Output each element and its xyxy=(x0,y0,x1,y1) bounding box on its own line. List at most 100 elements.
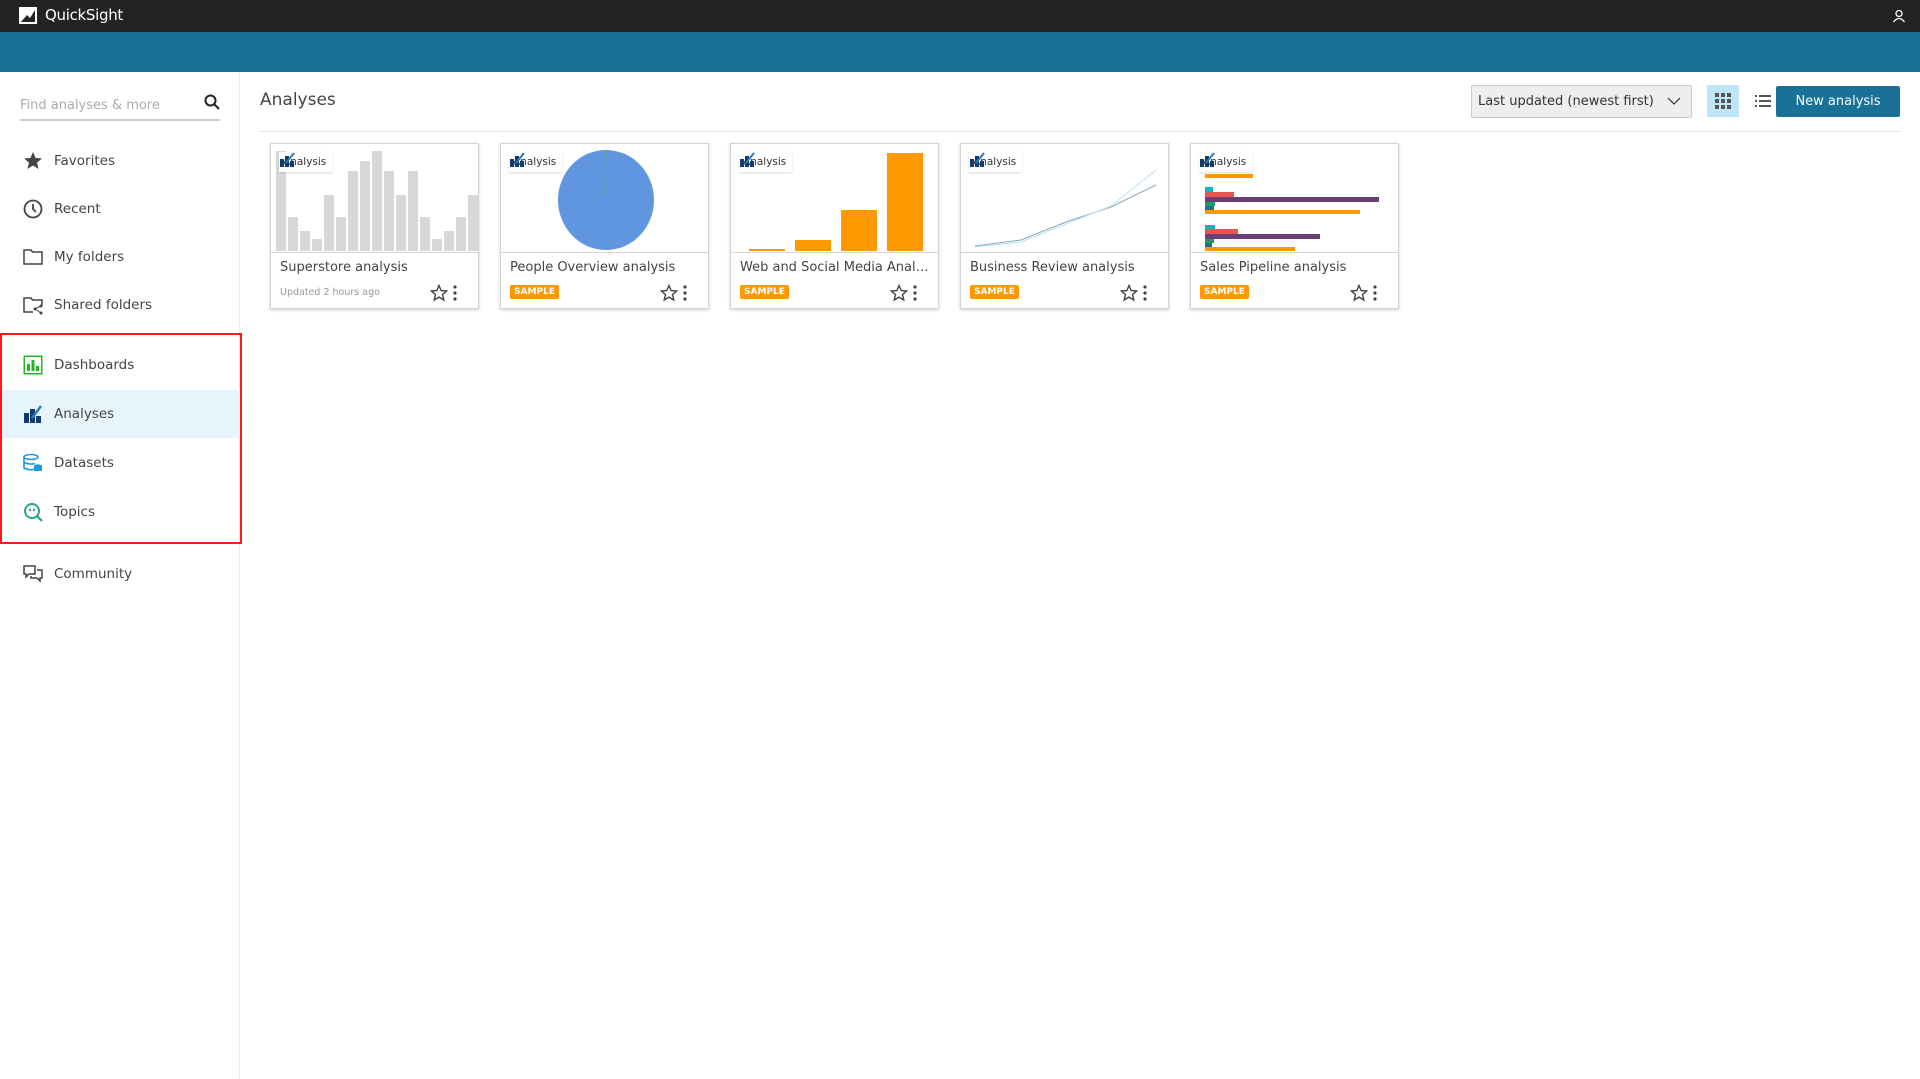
analysis-tag: Analysis xyxy=(1199,152,1253,172)
sidebar-item-recent[interactable]: Recent xyxy=(0,185,240,233)
analysis-tag: Analysis xyxy=(509,152,563,172)
list-icon xyxy=(1755,95,1771,107)
shared-folder-icon xyxy=(23,295,43,315)
search-input[interactable] xyxy=(20,98,190,113)
thumb-bar xyxy=(300,231,310,251)
sidebar-item-community[interactable]: Community xyxy=(0,550,240,598)
favorite-star-icon[interactable] xyxy=(1349,283,1369,306)
thumb-bar xyxy=(360,161,370,251)
quicksight-logo-icon[interactable] xyxy=(19,7,37,24)
card-thumbnail[interactable]: Analysis xyxy=(731,144,938,253)
more-options-icon[interactable] xyxy=(912,284,918,306)
favorite-star-icon[interactable] xyxy=(659,283,679,306)
analysis-tag: Analysis xyxy=(969,152,1023,172)
divider xyxy=(260,131,1900,132)
analysis-icon xyxy=(970,152,985,167)
card-thumbnail[interactable]: Analysis xyxy=(961,144,1168,253)
analysis-card[interactable]: Analysis People Overview analysis SAMPLE xyxy=(500,143,709,309)
thumb-bar xyxy=(372,151,382,251)
analysis-card[interactable]: Analysis Sales Pipeline analysis SAMPLE xyxy=(1190,143,1399,309)
grid-view-button[interactable] xyxy=(1707,85,1739,117)
card-title[interactable]: Superstore analysis xyxy=(280,260,472,275)
thumb-line xyxy=(974,169,1157,248)
thumb-bar xyxy=(312,239,322,251)
search-box xyxy=(20,92,220,121)
thumb-bar xyxy=(749,249,785,251)
sidebar-item-label: Recent xyxy=(54,201,101,217)
more-options-icon[interactable] xyxy=(452,284,458,306)
sidebar-item-label: Datasets xyxy=(54,455,114,471)
thumb-line xyxy=(974,184,1157,247)
analysis-icon xyxy=(740,152,755,167)
analysis-tag: Analysis xyxy=(739,152,793,172)
thumb-bar xyxy=(324,195,334,251)
community-icon xyxy=(23,564,43,584)
thumb-bar xyxy=(432,239,442,251)
sidebar-item-label: My folders xyxy=(54,249,125,265)
card-title[interactable]: People Overview analysis xyxy=(510,260,702,275)
new-analysis-button[interactable]: New analysis xyxy=(1776,86,1900,117)
sidebar-item-shared-folders[interactable]: Shared folders xyxy=(0,281,240,329)
sidebar-item-label: Favorites xyxy=(54,153,115,169)
sidebar-item-topics[interactable]: Topics xyxy=(0,488,240,536)
topics-icon xyxy=(23,502,43,522)
user-icon[interactable] xyxy=(1892,8,1906,27)
thumb-bar xyxy=(408,171,418,251)
favorite-star-icon[interactable] xyxy=(1119,283,1139,306)
page-title: Analyses xyxy=(260,90,336,110)
card-title[interactable]: Business Review analysis xyxy=(970,260,1162,275)
app-title[interactable]: QuickSight xyxy=(45,6,123,24)
analysis-tag: Analysis xyxy=(279,152,333,172)
more-options-icon[interactable] xyxy=(1372,284,1378,306)
analysis-card[interactable]: Analysis Web and Social Media Analytics … xyxy=(730,143,939,309)
sidebar-item-favorites[interactable]: Favorites xyxy=(0,137,240,185)
sidebar-item-label: Community xyxy=(54,566,133,582)
search-icon[interactable] xyxy=(204,94,220,114)
sample-badge: SAMPLE xyxy=(970,285,1019,299)
sidebar-item-datasets[interactable]: Datasets xyxy=(0,439,240,487)
sidebar-item-my-folders[interactable]: My folders xyxy=(0,233,240,281)
favorite-star-icon[interactable] xyxy=(889,283,909,306)
updated-time: Updated 2 hours ago xyxy=(280,287,380,298)
thumb-bar xyxy=(396,195,406,251)
thumb-bar xyxy=(444,231,454,251)
sort-selected: Last updated (newest first) xyxy=(1478,94,1654,109)
sample-badge: SAMPLE xyxy=(1200,285,1249,299)
analysis-card[interactable]: Analysis Business Review analysis SAMPLE xyxy=(960,143,1169,309)
card-thumbnail[interactable]: Analysis xyxy=(271,144,478,253)
sidebar-item-label: Topics xyxy=(54,504,95,520)
list-view-button[interactable] xyxy=(1747,85,1779,117)
folder-icon xyxy=(23,247,43,267)
thumb-bar xyxy=(420,217,430,251)
sample-badge: SAMPLE xyxy=(740,285,789,299)
clock-icon xyxy=(23,199,43,219)
analysis-icon xyxy=(23,404,43,424)
favorite-star-icon[interactable] xyxy=(429,283,449,306)
analysis-icon xyxy=(510,152,525,167)
sidebar-item-analyses[interactable]: Analyses xyxy=(0,390,240,438)
sidebar-item-label: Dashboards xyxy=(54,357,135,373)
analysis-icon xyxy=(280,152,295,167)
thumb-bar xyxy=(841,210,877,251)
star-icon xyxy=(23,151,43,171)
thumb-bar xyxy=(288,217,298,251)
dataset-icon xyxy=(23,453,43,473)
header-band xyxy=(0,32,1920,72)
analysis-card[interactable]: Analysis Superstore analysis Updated 2 h… xyxy=(270,143,479,309)
card-thumbnail[interactable]: Analysis xyxy=(501,144,708,253)
card-title[interactable]: Sales Pipeline analysis xyxy=(1200,260,1392,275)
thumb-bar xyxy=(336,217,346,251)
sidebar: Favorites Recent My folders Shared folde… xyxy=(0,72,240,1079)
sidebar-item-label: Analyses xyxy=(54,406,115,422)
more-options-icon[interactable] xyxy=(1142,284,1148,306)
sidebar-item-dashboards[interactable]: Dashboards xyxy=(0,341,240,389)
more-options-icon[interactable] xyxy=(682,284,688,306)
grid-icon xyxy=(1715,93,1731,109)
analysis-icon xyxy=(1200,152,1215,167)
card-title[interactable]: Web and Social Media Analytics analysis xyxy=(740,260,932,275)
thumb-bar xyxy=(456,217,466,251)
card-thumbnail[interactable]: Analysis xyxy=(1191,144,1398,253)
thumb-bar xyxy=(795,240,831,251)
thumb-bar xyxy=(468,195,478,251)
sort-dropdown[interactable]: Last updated (newest first) xyxy=(1471,85,1692,118)
